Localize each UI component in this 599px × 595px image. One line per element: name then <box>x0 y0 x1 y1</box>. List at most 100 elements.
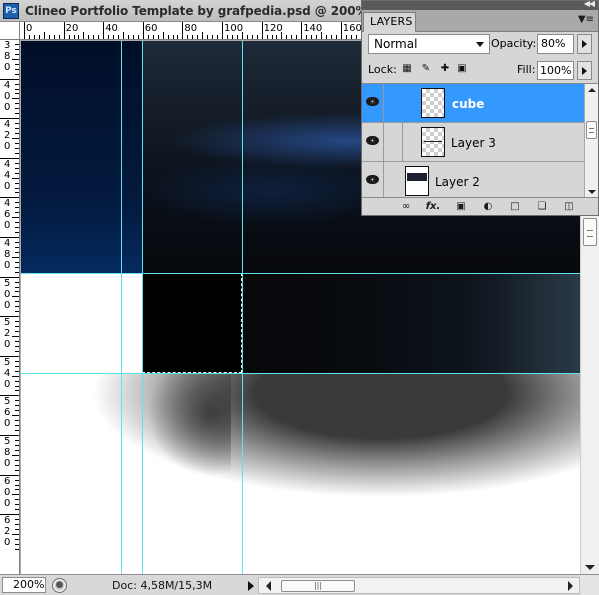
clip-indent-line <box>402 123 403 161</box>
ruler-minor-tick <box>296 35 298 39</box>
ruler-minor-tick <box>15 380 19 382</box>
layers-scrollbar[interactable] <box>584 84 598 197</box>
ruler-minor-tick <box>15 261 19 263</box>
ruler-label: 0 <box>4 486 11 498</box>
ruler-minor-tick <box>12 138 19 139</box>
scroll-left-arrow-icon[interactable] <box>266 581 271 591</box>
ruler-minor-tick <box>15 479 19 481</box>
guide-horizontal[interactable] <box>21 273 580 274</box>
ruler-minor-tick <box>15 241 19 243</box>
horizontal-scroll-thumb[interactable]: ||| <box>281 580 355 592</box>
visibility-toggle[interactable] <box>362 123 384 161</box>
ruler-minor-tick <box>108 35 110 39</box>
lock-all-icon[interactable]: ▣ <box>456 63 468 75</box>
ruler-label: 0 <box>4 418 11 430</box>
layers-panel: ◀◀ LAYERS ▼≡ Normal Opacity: 80% Lock: ▦… <box>361 0 599 216</box>
ruler-label: 100 <box>224 23 244 34</box>
layer-row-layer-2[interactable]: Layer 2 <box>362 162 584 197</box>
ruler-minor-tick <box>177 35 179 39</box>
ruler-minor-tick <box>12 256 19 258</box>
ruler-minor-tick <box>12 494 19 496</box>
ruler-minor-tick <box>12 454 19 456</box>
ruler-minor-tick <box>15 222 19 224</box>
scrollbar-corner <box>580 575 599 595</box>
status-menu-arrow-icon[interactable] <box>248 581 254 591</box>
ruler-minor-tick <box>15 93 19 95</box>
collapse-arrows-icon[interactable]: ◀◀ <box>584 0 595 8</box>
zoom-level-field[interactable]: 200% <box>2 577 46 593</box>
tab-layers[interactable]: LAYERS <box>363 12 416 32</box>
scroll-down-arrow-icon[interactable] <box>588 190 596 194</box>
ruler-minor-tick <box>15 103 19 105</box>
ruler-minor-tick <box>15 48 19 50</box>
ruler-label: 0 <box>4 101 11 113</box>
guide-vertical[interactable] <box>242 41 243 574</box>
ruler-minor-tick <box>15 449 19 451</box>
lock-label: Lock: <box>368 63 397 76</box>
ruler-minor-tick <box>12 375 19 377</box>
ruler-minor-tick <box>256 35 258 39</box>
new-group-icon[interactable]: □ <box>507 200 523 214</box>
vertical-scroll-thumb[interactable] <box>583 218 597 246</box>
opacity-input[interactable]: 80% <box>537 34 574 54</box>
ruler-minor-tick <box>15 202 19 204</box>
shadow-gradient <box>21 373 580 574</box>
ruler-minor-tick <box>335 35 337 39</box>
link-layers-icon[interactable]: ∞ <box>398 200 414 214</box>
ruler-minor-tick <box>15 182 19 184</box>
lock-image-pixels-icon[interactable]: ✎ <box>420 63 432 75</box>
layers-list: cube Layer 3 Layer 2 <box>362 83 598 197</box>
ruler-origin[interactable] <box>0 22 20 40</box>
add-mask-icon[interactable]: ▣ <box>453 200 469 214</box>
scroll-up-arrow-icon[interactable] <box>588 88 596 92</box>
ruler-minor-tick <box>123 32 124 39</box>
ruler-minor-tick <box>15 430 19 432</box>
guide-horizontal[interactable] <box>21 373 580 374</box>
lock-transparent-pixels-icon[interactable]: ▦ <box>401 63 413 75</box>
ruler-minor-tick <box>15 509 19 511</box>
fill-slider-button[interactable] <box>577 61 592 80</box>
ruler-minor-tick <box>15 133 19 135</box>
ruler-label: 4 <box>4 158 11 170</box>
ruler-minor-tick <box>15 271 19 273</box>
fx-icon[interactable]: fx. <box>425 200 441 214</box>
trash-icon[interactable]: ◫ <box>561 200 577 214</box>
ruler-minor-tick <box>15 266 19 268</box>
scroll-down-arrow-icon[interactable] <box>585 565 595 570</box>
scroll-right-arrow-icon[interactable] <box>568 581 573 591</box>
ruler-minor-tick <box>276 35 278 39</box>
adjustment-layer-icon[interactable]: ◐ <box>480 200 496 214</box>
layers-scroll-thumb[interactable] <box>586 121 597 139</box>
horizontal-scrollbar[interactable]: ||| <box>258 577 580 594</box>
ruler-minor-tick <box>78 35 80 39</box>
ruler-minor-tick <box>202 32 204 39</box>
lock-position-icon[interactable]: ✚ <box>439 63 451 75</box>
visibility-toggle[interactable] <box>362 162 384 197</box>
opacity-slider-button[interactable] <box>577 34 592 54</box>
ruler-minor-tick <box>15 246 19 248</box>
ruler-minor-tick <box>15 420 19 422</box>
fill-input[interactable]: 100% <box>537 61 574 80</box>
guide-vertical[interactable] <box>121 41 122 574</box>
new-layer-icon[interactable]: ❏ <box>534 200 550 214</box>
marquee-selection[interactable] <box>142 273 242 373</box>
ruler-minor-tick <box>12 534 19 535</box>
layer-row-layer-3[interactable]: Layer 3 <box>362 123 584 162</box>
ruler-minor-tick <box>15 123 19 125</box>
ruler-minor-tick <box>15 548 19 550</box>
ruler-minor-tick <box>15 410 19 412</box>
layer-thumbnail <box>421 88 445 118</box>
vertical-ruler[interactable]: 380400420440460480500520540560580600620 <box>0 40 20 574</box>
ruler-minor-tick <box>15 499 19 501</box>
ruler-label: 5 <box>4 436 11 447</box>
ruler-label: 6 <box>4 209 11 221</box>
ruler-minor-tick <box>12 415 19 417</box>
visibility-toggle[interactable] <box>362 84 384 122</box>
zoom-preview-icon[interactable]: ● <box>52 578 67 593</box>
ruler-minor-tick <box>12 336 19 337</box>
panel-menu-icon[interactable]: ▼≡ <box>578 14 594 25</box>
ruler-major-tick <box>222 22 223 39</box>
guide-vertical[interactable] <box>142 41 143 574</box>
blend-mode-select[interactable]: Normal <box>368 34 490 54</box>
layer-row-cube[interactable]: cube <box>362 84 584 123</box>
